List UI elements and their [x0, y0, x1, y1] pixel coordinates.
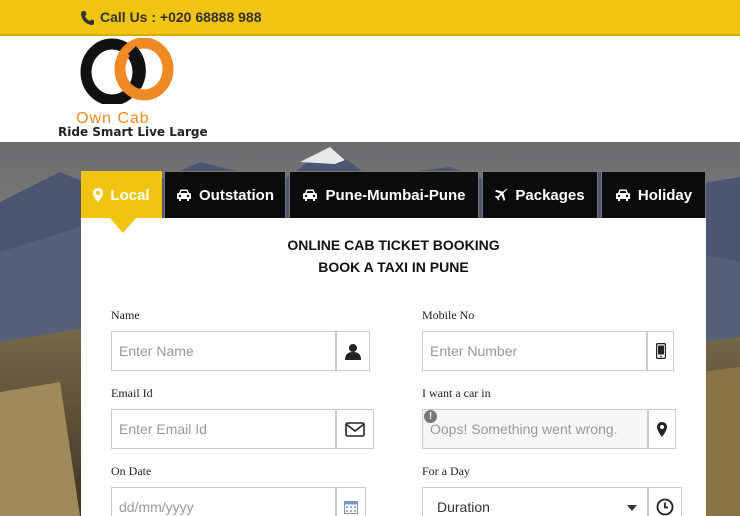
active-tab-pointer	[110, 218, 136, 233]
logo[interactable]: Own Cab Ride Smart Live Large	[58, 38, 208, 142]
logo-mark-icon	[80, 38, 174, 104]
mobile-input[interactable]: Enter Number	[422, 331, 647, 371]
map-marker-icon	[657, 421, 667, 437]
tab-label: Packages	[515, 186, 585, 204]
mobile-addon	[647, 331, 674, 371]
location-label: I want a car in	[422, 386, 491, 400]
plane-icon	[495, 188, 508, 202]
site-header: Own Cab Ride Smart Live Large	[0, 38, 740, 142]
call-us-text[interactable]: Call Us : +020 68888 988	[100, 9, 262, 25]
mobile-icon	[655, 343, 666, 359]
email-placeholder: Enter Email Id	[119, 421, 207, 437]
tab-outstation[interactable]: Outstation	[164, 171, 286, 218]
mobile-placeholder: Enter Number	[430, 343, 518, 359]
tab-label: Holiday	[637, 186, 693, 204]
car-icon	[303, 189, 318, 201]
user-icon	[345, 343, 361, 360]
tab-pune-mumbai-pune[interactable]: Pune-Mumbai-Pune	[289, 171, 479, 218]
location-input[interactable]: Oops! Something went wrong.	[422, 409, 648, 449]
date-addon[interactable]	[336, 487, 366, 516]
tab-local[interactable]: Local	[81, 171, 162, 218]
form-subtitle: BOOK A TAXI IN PUNE	[318, 259, 469, 275]
email-addon	[336, 409, 374, 449]
tab-packages[interactable]: Packages	[482, 171, 598, 218]
car-icon	[615, 189, 630, 201]
calendar-icon	[344, 501, 358, 514]
duration-addon	[648, 487, 682, 516]
logo-tagline: Ride Smart Live Large	[58, 125, 208, 139]
duration-select[interactable]: Duration	[422, 487, 648, 516]
tab-label: Local	[110, 186, 150, 204]
tab-label: Outstation	[199, 186, 274, 204]
name-placeholder: Enter Name	[119, 343, 194, 359]
envelope-icon	[345, 421, 365, 437]
car-icon	[177, 189, 191, 201]
duration-selected-value: Duration	[437, 499, 490, 515]
error-badge: !	[424, 410, 437, 423]
date-input[interactable]: dd/mm/yyyy	[111, 487, 336, 516]
location-error-text: Oops! Something went wrong.	[430, 421, 618, 437]
tab-holiday[interactable]: Holiday	[601, 171, 706, 218]
top-contact-bar: Call Us : +020 68888 988	[0, 0, 740, 36]
date-placeholder: dd/mm/yyyy	[119, 499, 194, 515]
clock-icon	[656, 498, 674, 516]
name-addon	[336, 331, 370, 371]
tab-label: Pune-Mumbai-Pune	[325, 186, 466, 204]
email-input[interactable]: Enter Email Id	[111, 409, 336, 449]
name-input[interactable]: Enter Name	[111, 331, 336, 371]
duration-label: For a Day	[422, 464, 470, 478]
name-label: Name	[111, 308, 140, 322]
chevron-down-icon	[627, 505, 637, 511]
map-marker-icon	[93, 188, 104, 202]
form-title: ONLINE CAB TICKET BOOKING	[287, 237, 500, 253]
phone-icon	[81, 11, 94, 25]
location-addon	[648, 409, 676, 449]
email-label: Email Id	[111, 386, 153, 400]
mobile-label: Mobile No	[422, 308, 475, 322]
date-label: On Date	[111, 464, 152, 478]
